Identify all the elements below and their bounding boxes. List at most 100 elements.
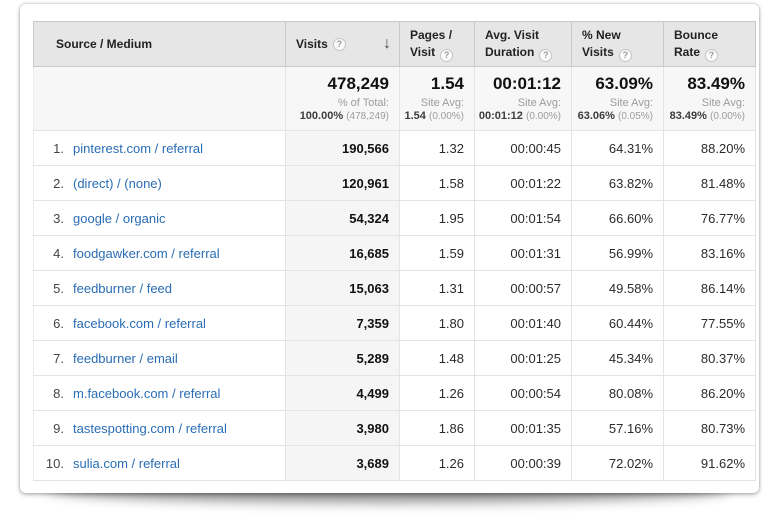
summary-sub-value: 1.54 <box>405 110 426 122</box>
sort-descending-icon: ↓ <box>383 36 391 52</box>
table-row: 3.google / organic 54,324 1.95 00:01:54 … <box>34 201 756 236</box>
summary-sub-value: 00:01:12 <box>479 110 523 122</box>
summary-value: 63.09% <box>572 74 653 94</box>
source-medium-cell: 2. (direct) / (none) <box>34 166 286 201</box>
avg-visit-duration-cell: 00:01:25 <box>475 341 572 376</box>
source-medium-link[interactable]: facebook.com / referral <box>73 316 206 331</box>
row-rank: 6. <box>34 316 64 331</box>
column-header-bounce-rate[interactable]: Bounce Rate? <box>664 22 756 67</box>
column-header-visits[interactable]: Visits ? ↓ <box>286 22 400 67</box>
table-row: 8.m.facebook.com / referral 4,499 1.26 0… <box>34 376 756 411</box>
bounce-rate-cell: 80.73% <box>664 411 756 446</box>
bounce-rate-cell: 76.77% <box>664 201 756 236</box>
summary-value: 1.54 <box>400 74 464 94</box>
pct-new-visits-cell: 60.44% <box>572 306 664 341</box>
table-row: 7.feedburner / email 5,289 1.48 00:01:25… <box>34 341 756 376</box>
help-icon[interactable]: ? <box>333 38 346 51</box>
pages-per-visit-cell: 1.80 <box>400 306 475 341</box>
pct-new-visits-cell: 72.02% <box>572 446 664 481</box>
bounce-rate-cell: 80.37% <box>664 341 756 376</box>
summary-sub-value: 100.00% <box>300 110 343 122</box>
source-medium-cell: 1. pinterest.com / referral <box>34 131 286 166</box>
table-row: 2.(direct) / (none) 120,961 1.58 00:01:2… <box>34 166 756 201</box>
source-medium-link[interactable]: foodgawker.com / referral <box>73 246 220 261</box>
pages-per-visit-cell: 1.26 <box>400 376 475 411</box>
source-medium-link[interactable]: m.facebook.com / referral <box>73 386 220 401</box>
column-header-label: Visits <box>296 36 328 53</box>
summary-empty-cell <box>34 67 286 131</box>
table-row: 5. feedburner / feed 15,063 1.31 00:00:57… <box>34 271 756 306</box>
source-medium-cell: 6. facebook.com / referral <box>34 306 286 341</box>
report-card: Source / Medium Visits ? ↓ Pages / Visit… <box>20 4 759 493</box>
source-medium-cell: 4.foodgawker.com / referral <box>34 236 286 271</box>
help-icon[interactable]: ? <box>539 49 552 62</box>
column-header-pages-per-visit[interactable]: Pages / Visit? <box>400 22 475 67</box>
visits-cell: 7,359 <box>286 306 400 341</box>
summary-sub-label: % of Total: <box>286 97 389 110</box>
summary-sub-paren: (0.05%) <box>618 111 653 122</box>
summary-value: 00:01:12 <box>475 74 561 94</box>
visits-cell: 120,961 <box>286 166 400 201</box>
column-header-avg-visit-duration[interactable]: Avg. Visit Duration? <box>475 22 572 67</box>
source-medium-link[interactable]: feedburner / feed <box>73 281 172 296</box>
row-rank: 2. <box>34 176 64 191</box>
visits-cell: 15,063 <box>286 271 400 306</box>
pct-new-visits-cell: 57.16% <box>572 411 664 446</box>
pages-per-visit-cell: 1.31 <box>400 271 475 306</box>
table-row: 9.tastespotting.com / referral 3,980 1.8… <box>34 411 756 446</box>
summary-sub-label: Site Avg: <box>475 97 561 110</box>
visits-cell: 190,566 <box>286 131 400 166</box>
bounce-rate-cell: 91.62% <box>664 446 756 481</box>
table-row: 6. facebook.com / referral 7,359 1.80 00:… <box>34 306 756 341</box>
avg-visit-duration-cell: 00:00:54 <box>475 376 572 411</box>
pages-per-visit-cell: 1.95 <box>400 201 475 236</box>
avg-visit-duration-cell: 00:01:40 <box>475 306 572 341</box>
help-icon[interactable]: ? <box>440 49 453 62</box>
source-medium-link[interactable]: pinterest.com / referral <box>73 141 203 156</box>
row-rank: 3. <box>34 211 64 226</box>
help-icon[interactable]: ? <box>619 49 632 62</box>
avg-visit-duration-cell: 00:00:45 <box>475 131 572 166</box>
source-medium-cell: 10. sulia.com / referral <box>34 446 286 481</box>
avg-visit-duration-cell: 00:01:31 <box>475 236 572 271</box>
column-header-label: % New Visits <box>582 28 621 59</box>
summary-sub-paren: (0.00%) <box>710 111 745 122</box>
visits-cell: 3,689 <box>286 446 400 481</box>
source-medium-link[interactable]: tastespotting.com / referral <box>73 421 227 436</box>
column-header-source-medium[interactable]: Source / Medium <box>34 22 286 67</box>
avg-visit-duration-cell: 00:00:39 <box>475 446 572 481</box>
summary-value: 83.49% <box>664 74 745 94</box>
row-rank: 10. <box>34 456 64 471</box>
summary-sub-value: 83.49% <box>670 110 707 122</box>
table-row: 4.foodgawker.com / referral 16,685 1.59 … <box>34 236 756 271</box>
summary-sub-paren: (478,249) <box>346 111 389 122</box>
table-row: 10. sulia.com / referral 3,689 1.26 00:00… <box>34 446 756 481</box>
source-medium-link[interactable]: google / organic <box>73 211 166 226</box>
pages-per-visit-cell: 1.26 <box>400 446 475 481</box>
column-header-label: Avg. Visit Duration <box>485 28 539 59</box>
pages-per-visit-cell: 1.32 <box>400 131 475 166</box>
source-medium-cell: 5. feedburner / feed <box>34 271 286 306</box>
source-medium-cell: 8.m.facebook.com / referral <box>34 376 286 411</box>
visits-cell: 5,289 <box>286 341 400 376</box>
row-rank: 1. <box>34 141 64 156</box>
source-medium-link[interactable]: (direct) / (none) <box>73 176 162 191</box>
source-medium-cell: 7. feedburner / email <box>34 341 286 376</box>
summary-sub-label: Site Avg: <box>400 97 464 110</box>
summary-sub-label: Site Avg: <box>664 97 745 110</box>
avg-visit-duration-cell: 00:00:57 <box>475 271 572 306</box>
row-rank: 5. <box>34 281 64 296</box>
bounce-rate-cell: 77.55% <box>664 306 756 341</box>
summary-pct-new-visits: 63.09% Site Avg: 63.06% (0.05%) <box>572 67 664 131</box>
summary-sub-paren: (0.00%) <box>429 111 464 122</box>
bounce-rate-cell: 83.16% <box>664 236 756 271</box>
pages-per-visit-cell: 1.58 <box>400 166 475 201</box>
source-medium-link[interactable]: sulia.com / referral <box>73 456 180 471</box>
source-medium-cell: 9.tastespotting.com / referral <box>34 411 286 446</box>
column-header-pct-new-visits[interactable]: % New Visits? <box>572 22 664 67</box>
row-rank: 7. <box>34 351 64 366</box>
help-icon[interactable]: ? <box>705 49 718 62</box>
summary-value: 478,249 <box>286 74 389 94</box>
bounce-rate-cell: 88.20% <box>664 131 756 166</box>
source-medium-link[interactable]: feedburner / email <box>73 351 178 366</box>
